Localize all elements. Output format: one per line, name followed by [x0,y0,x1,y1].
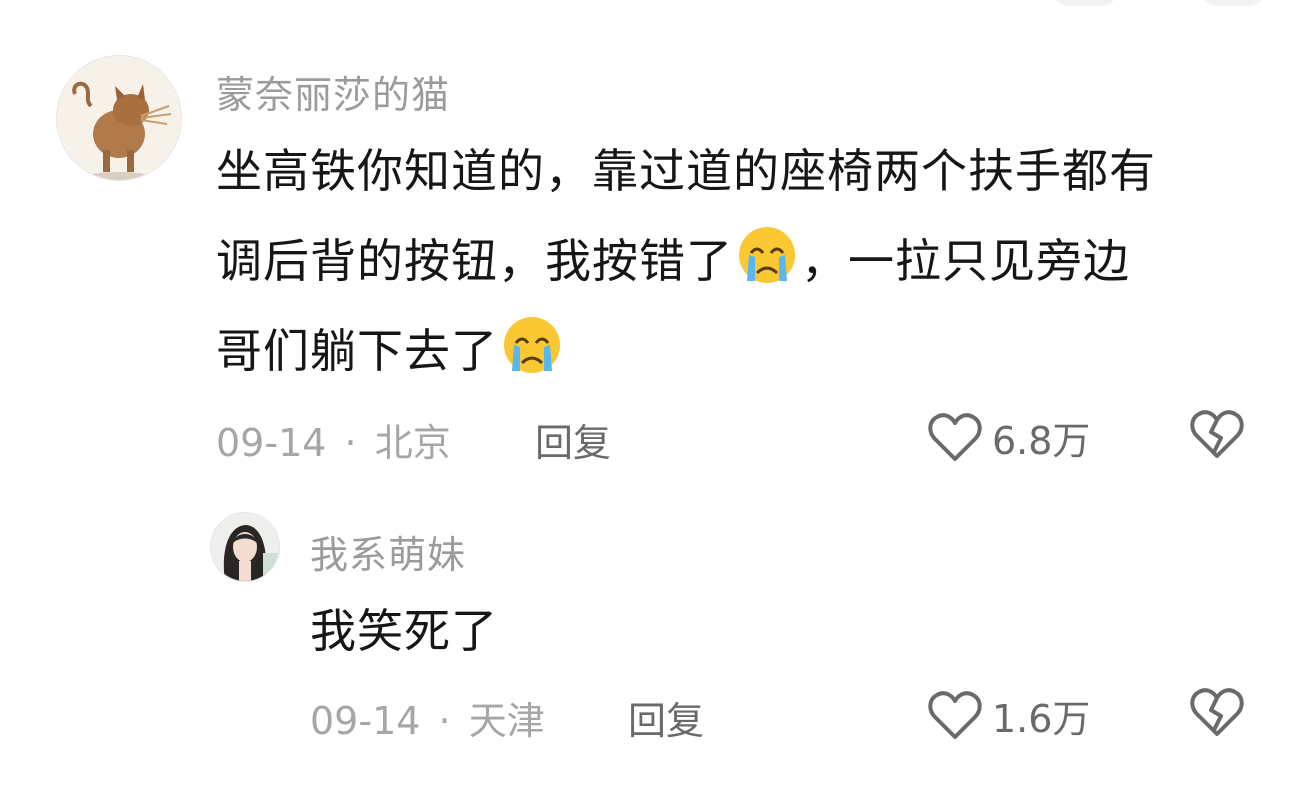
comment-line-3: 哥们躺下去了 [216,306,1156,396]
comment-text: 我笑死了 [310,604,498,658]
username[interactable]: 我系萌妹 [310,524,466,579]
comment-location: 北京 [374,421,451,465]
meta-separator: · [344,421,357,465]
comment-line-2-a: 调后背的按钮，我按错了 [216,234,733,288]
comment-date: 09-14 [310,699,421,743]
girl-photo-avatar-icon [211,513,279,581]
heart-icon [928,690,982,739]
comment-date: 09-14 [216,421,327,465]
comment-text: 坐高铁你知道的，靠过道的座椅两个扶手都有 调后背的按钮，我按错了 ，一拉只见旁边 … [216,126,1156,396]
like-button[interactable]: 1.6万 [928,688,1090,743]
user-avatar[interactable] [56,55,182,181]
comment-line-2: 调后背的按钮，我按错了 ，一拉只见旁边 [216,216,1156,306]
top-action-circle-left [1050,0,1120,6]
reply-button[interactable]: 回复 [535,412,611,467]
comment-location: 天津 [468,699,545,743]
cat-sculpture-avatar-icon [57,56,181,180]
crying-face-icon [735,223,799,287]
reply-button[interactable]: 回复 [628,690,704,745]
dislike-button[interactable] [1190,410,1244,464]
comment-meta: 09-14 · 天津 [310,690,545,745]
broken-heart-icon [1190,410,1244,458]
like-button[interactable]: 6.8万 [928,410,1090,465]
like-count: 6.8万 [992,419,1091,463]
comment-meta: 09-14 · 北京 [216,412,451,467]
comment-line-3-a: 哥们躺下去了 [216,324,498,378]
username[interactable]: 蒙奈丽莎的猫 [216,64,450,119]
comment-line-2-b: ，一拉只见旁边 [801,234,1130,288]
broken-heart-icon [1190,688,1244,736]
heart-icon [928,412,982,461]
meta-separator: · [438,699,451,743]
user-avatar[interactable] [210,512,280,582]
top-action-circle-right [1198,0,1268,6]
comment-line-1: 坐高铁你知道的，靠过道的座椅两个扶手都有 [216,144,1156,198]
like-count: 1.6万 [992,697,1091,741]
crying-face-icon [500,313,564,377]
dislike-button[interactable] [1190,688,1244,742]
